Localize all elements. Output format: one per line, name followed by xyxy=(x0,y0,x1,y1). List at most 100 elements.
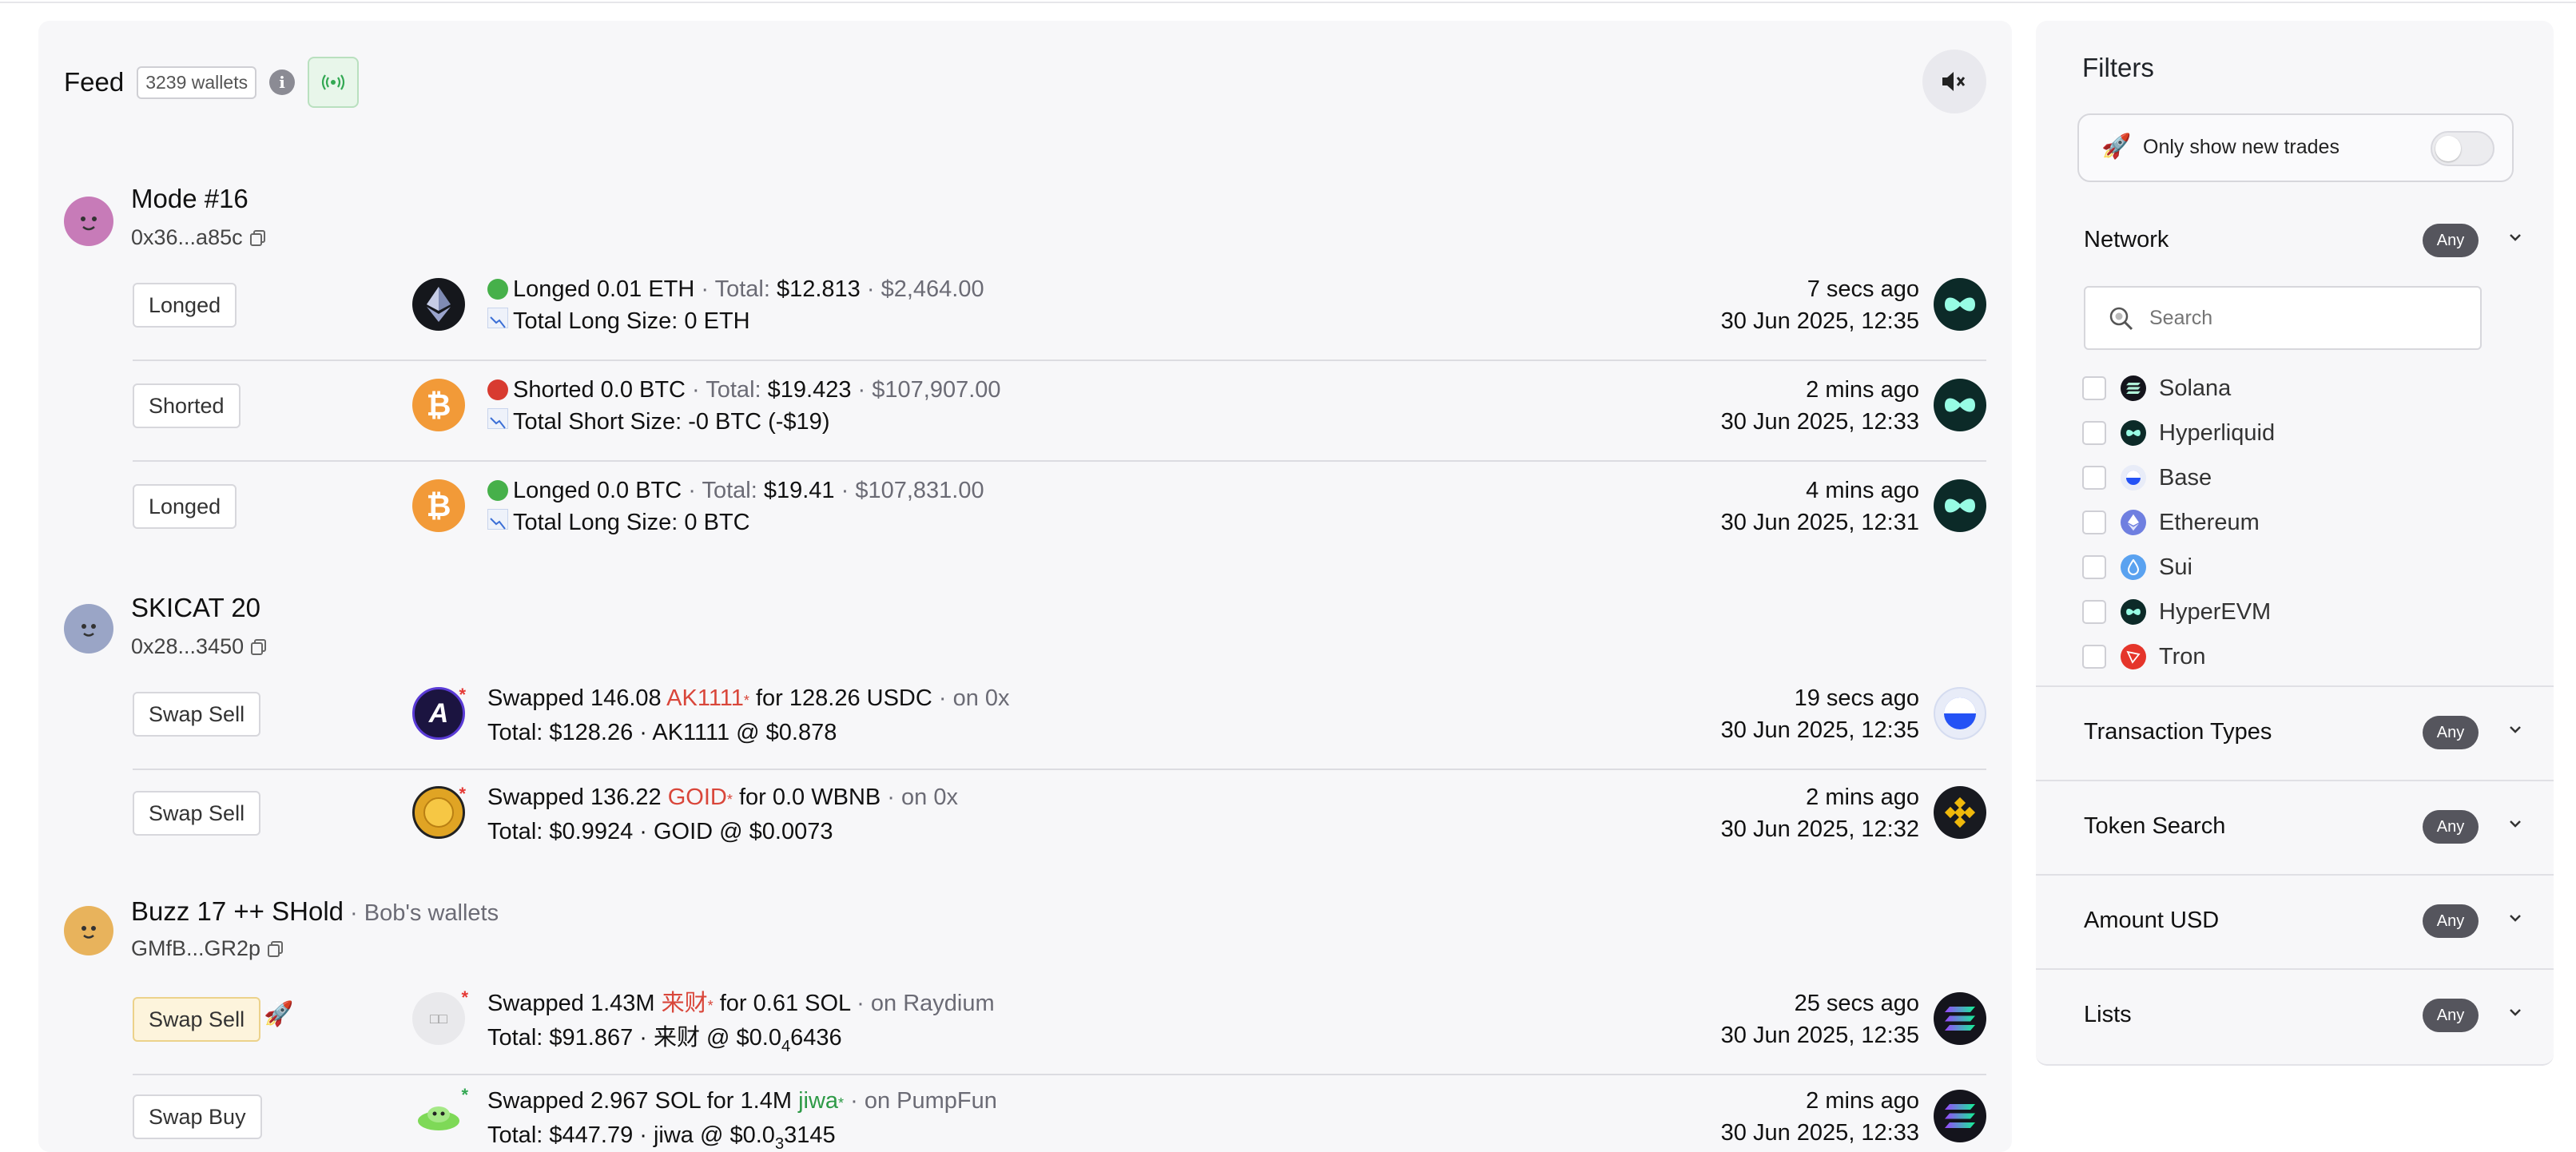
network-option-sui[interactable]: Sui xyxy=(2082,550,2192,585)
swap-total: Total: $91.867 · 来财 @ $0.0 xyxy=(487,1025,781,1051)
network-section-header[interactable]: Network Any xyxy=(2084,220,2523,260)
mute-button[interactable] xyxy=(1922,50,1986,113)
trade-price: $107,907.00 xyxy=(872,377,1001,403)
star-icon: * xyxy=(726,792,733,808)
live-broadcast-button[interactable] xyxy=(308,57,360,108)
hyperliquid-chain-icon xyxy=(1934,479,1986,532)
checkbox[interactable] xyxy=(2082,600,2106,624)
wallet-name-text: Buzz 17 ++ SHold xyxy=(131,896,344,926)
trade-description: Longed 0.0 BTC · Total: $19.41 · $107,83… xyxy=(487,475,984,538)
swap-venue: on 0x xyxy=(901,785,958,810)
trade-description: Swapped 1.43M 来财* for 0.61 SOL · on Rayd… xyxy=(487,991,995,1055)
checkbox[interactable] xyxy=(2082,466,2106,490)
wallet-address-text: GMfB...GR2p xyxy=(131,936,261,960)
lists-header[interactable]: Lists Any xyxy=(2084,995,2523,1035)
trade-total: $19.423 xyxy=(767,377,852,403)
swap-suffix: for 0.61 SOL xyxy=(719,991,851,1016)
star-icon: * xyxy=(459,685,466,705)
trade-row[interactable]: Swap Sell * Swapped 136.22 GOID* for 0.0… xyxy=(133,770,1986,869)
avatar[interactable] xyxy=(64,197,113,246)
goid-token-icon: * xyxy=(412,784,466,839)
swap-prefix: Swapped 1.43M xyxy=(487,991,655,1016)
time-ago: 25 secs ago xyxy=(1794,991,1919,1016)
checkbox[interactable] xyxy=(2082,376,2106,400)
time-ago: 7 secs ago xyxy=(1807,276,1919,302)
trade-row[interactable]: Longed ₿ Longed 0.0 BTC · Total: $19.41 … xyxy=(133,463,1986,562)
network-search[interactable] xyxy=(2084,286,2482,350)
bitcoin-token-icon: ₿ xyxy=(412,479,465,532)
new-trades-toggle[interactable] xyxy=(2431,131,2495,166)
chevron-down-icon xyxy=(2507,719,2523,740)
swap-prefix: Swapped 2.967 SOL for 1.4M xyxy=(487,1088,792,1114)
any-badge: Any xyxy=(2423,224,2479,257)
new-trades-toggle-row[interactable]: 🚀 Only show new trades xyxy=(2077,113,2514,182)
time-date: 30 Jun 2025, 12:31 xyxy=(1720,510,1919,535)
swap-total: Total: $0.9924 · GOID @ $0.0073 xyxy=(487,819,833,844)
network-label: Solana xyxy=(2159,375,2232,401)
network-search-input[interactable] xyxy=(2149,302,2469,334)
section-title: Token Search xyxy=(2084,813,2226,839)
amount-usd-header[interactable]: Amount USD Any xyxy=(2084,901,2523,941)
token-search-header[interactable]: Token Search Any xyxy=(2084,807,2523,847)
trade-row[interactable]: Longed Longed 0.01 ETH · Total: $12.813 … xyxy=(133,262,1986,361)
new-trades-label: Only show new trades xyxy=(2143,136,2339,158)
token-symbol[interactable]: AK1111 xyxy=(666,685,744,711)
trade-row[interactable]: Shorted ₿ Shorted 0.0 BTC · Total: $19.4… xyxy=(133,363,1986,462)
wallet-name[interactable]: SKICAT 20 xyxy=(131,593,260,623)
rocket-icon: 🚀 xyxy=(2101,133,2132,160)
wallet-address-text: 0x36...a85c xyxy=(131,225,243,249)
token-symbol[interactable]: 来财 xyxy=(662,991,708,1016)
short-dot-icon xyxy=(487,379,508,400)
token-symbol[interactable]: jiwa xyxy=(798,1088,838,1114)
chart-down-icon xyxy=(487,509,508,530)
network-option-ethereum[interactable]: Ethereum xyxy=(2082,505,2260,540)
checkbox[interactable] xyxy=(2082,421,2106,445)
trade-description: Swapped 146.08 AK1111* for 128.26 USDC ·… xyxy=(487,685,1010,745)
swap-total: Total: $447.79 · jiwa @ $0.0 xyxy=(487,1122,775,1148)
swap-suffix: for 128.26 USDC xyxy=(755,685,932,711)
wallet-address: 0x28...3450 xyxy=(131,634,268,659)
trade-time: 25 secs ago 30 Jun 2025, 12:35 xyxy=(1721,987,1919,1051)
trade-row[interactable]: Swap Sell 🚀 □□ * Swapped 1.43M 来财* for 0… xyxy=(133,976,1986,1075)
avatar[interactable] xyxy=(64,906,113,955)
wallet-name[interactable]: Mode #16 xyxy=(131,184,248,214)
swap-prefix: Swapped 136.22 xyxy=(487,785,662,810)
hyperliquid-icon xyxy=(2121,420,2146,446)
avatar[interactable] xyxy=(64,604,113,653)
network-option-solana[interactable]: Solana xyxy=(2082,371,2231,406)
swap-total: Total: $128.26 · AK1111 @ $0.878 xyxy=(487,720,837,745)
network-option-hyperevm[interactable]: HyperEVM xyxy=(2082,594,2271,630)
trade-description: Longed 0.01 ETH · Total: $12.813 · $2,46… xyxy=(487,273,984,337)
time-date: 30 Jun 2025, 12:35 xyxy=(1720,308,1919,334)
solana-chain-icon xyxy=(1934,1090,1986,1142)
section-title: Transaction Types xyxy=(2084,719,2272,745)
trade-main: Longed 0.0 BTC xyxy=(513,478,682,503)
wallet-name[interactable]: Buzz 17 ++ SHold · Bob's wallets xyxy=(131,896,499,927)
any-badge: Any xyxy=(2423,999,2479,1032)
checkbox[interactable] xyxy=(2082,510,2106,534)
time-date: 30 Jun 2025, 12:32 xyxy=(1720,816,1919,842)
swap-venue: on PumpFun xyxy=(864,1088,997,1114)
token-symbol[interactable]: GOID xyxy=(668,785,727,810)
copy-icon[interactable] xyxy=(249,229,267,247)
divider xyxy=(2036,874,2554,876)
star-icon: * xyxy=(459,784,466,804)
copy-icon[interactable] xyxy=(267,940,284,958)
copy-icon[interactable] xyxy=(250,638,268,656)
speaker-mute-icon xyxy=(1942,72,1966,91)
swap-venue: on Raydium xyxy=(870,991,995,1016)
network-option-base[interactable]: Base xyxy=(2082,460,2212,495)
checkbox[interactable] xyxy=(2082,645,2106,669)
trade-row[interactable]: Swap Sell A * Swapped 146.08 AK1111* for… xyxy=(133,671,1986,770)
network-option-hyperliquid[interactable]: Hyperliquid xyxy=(2082,415,2275,451)
network-option-tron[interactable]: Tron xyxy=(2082,639,2206,674)
info-icon[interactable]: i xyxy=(269,70,296,95)
chevron-down-icon xyxy=(2507,813,2523,834)
wallet-count-badge: 3239 wallets xyxy=(137,66,257,99)
hyperliquid-chain-icon xyxy=(1934,379,1986,431)
checkbox[interactable] xyxy=(2082,555,2106,579)
transaction-types-header[interactable]: Transaction Types Any xyxy=(2084,713,2523,753)
price-digits: 6436 xyxy=(790,1025,842,1051)
total-label: Total: xyxy=(702,478,757,503)
trade-row[interactable]: Swap Buy * Swapped 2.967 SOL for 1.4M ji… xyxy=(133,1074,1986,1152)
